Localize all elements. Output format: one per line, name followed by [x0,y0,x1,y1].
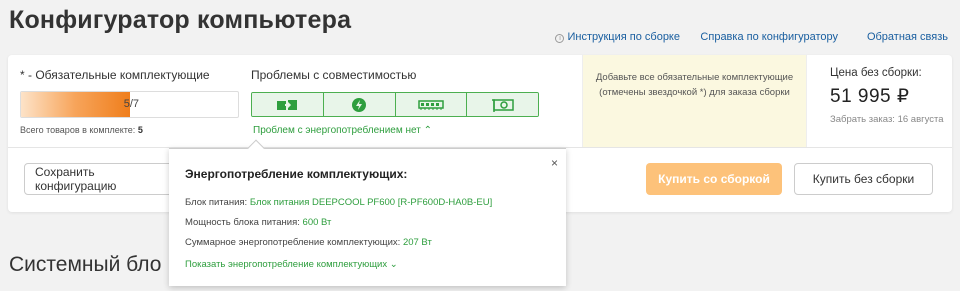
assembly-guide-link[interactable]: i Инструкция по сборке [555,31,680,43]
close-icon[interactable]: × [551,156,558,170]
compat-motherboard-cpu[interactable] [252,93,324,116]
power-consumption-popup: Энергопотребление комплектующих: × Блок … [169,139,566,286]
chevron-up-icon: ⌃ [423,125,433,136]
total-power-value: 207 Вт [402,237,432,248]
power-compat-status-label: Проблем с энергопотреблением нет [253,125,421,136]
buy-with-assembly-button[interactable]: Купить со сборкой [646,163,782,195]
section-title: Системный бло [9,253,162,276]
progress-text: 5/7 [123,98,139,110]
buy-without-assembly-button[interactable]: Купить без сборки [794,163,933,195]
psu-power-label: Мощность блока питания: [185,217,300,228]
compatibility-label: Проблемы с совместимостью [251,68,417,82]
compat-gpu[interactable] [467,93,538,116]
psu-row: Блок питания: Блок питания DEEPCOOL PF60… [185,197,492,208]
save-configuration-button[interactable]: Сохранить конфигурацию [24,163,174,195]
show-components-power-label: Показать энергопотребление комплектующих [185,259,388,270]
compatibility-bar [251,92,539,117]
info-icon: i [555,34,565,43]
compat-power[interactable] [323,93,396,116]
show-components-power-link[interactable]: Показать энергопотребление комплектующих… [185,259,398,270]
price-block: Цена без сборки: 51 995 ₽ Забрать заказ:… [830,67,950,126]
price-label: Цена без сборки: [830,67,922,79]
feedback-link[interactable]: Обратная связь [867,31,948,43]
power-icon [352,97,367,112]
assembly-guide-label: Инструкция по сборке [567,31,680,43]
pickup-date: Забрать заказ: 16 августа [830,114,944,125]
psu-power-value: 600 Вт [302,217,332,228]
chevron-down-icon: ⌄ [389,259,398,270]
ram-icon [418,99,444,110]
price-value: 51 995 ₽ [830,86,910,107]
total-power-row: Суммарное энергопотребление комплектующи… [185,237,432,248]
completion-progress-bar: 5/7 [20,91,239,118]
required-components-notice: Добавьте все обязательные комплектующие … [582,55,807,147]
total-items-value: 5 [137,125,143,135]
compat-ram[interactable] [395,93,468,116]
gpu-icon [491,98,514,112]
total-power-label: Суммарное энергопотребление комплектующи… [185,237,401,248]
power-compat-status-toggle[interactable]: Проблем с энергопотреблением нет ⌃ [253,125,432,136]
popup-title: Энергопотребление комплектующих: [185,167,408,181]
total-items: Всего товаров в комплекте: 5 [20,125,143,135]
psu-label: Блок питания: [185,197,248,208]
required-components-label: * - Обязательные комплектующие [20,68,210,82]
configurator-help-link[interactable]: Справка по конфигуратору [700,31,838,43]
page-title: Конфигуратор компьютера [9,6,352,34]
psu-power-row: Мощность блока питания: 600 Вт [185,217,331,228]
motherboard-cpu-icon [277,99,298,110]
psu-link[interactable]: Блок питания DEEPCOOL PF600 [R-PF600D-HA… [250,197,492,208]
total-items-label: Всего товаров в комплекте: [20,125,136,135]
